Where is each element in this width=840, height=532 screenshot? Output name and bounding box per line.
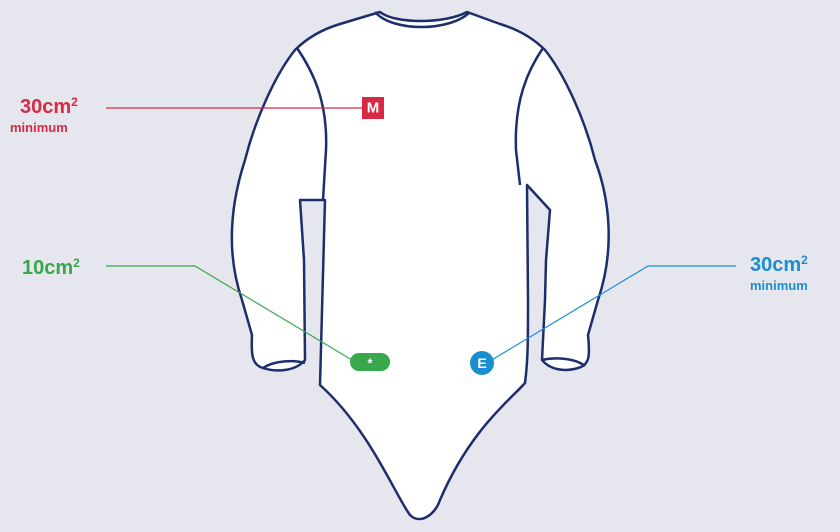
flag-size-exponent: 2 <box>73 256 80 270</box>
leotard-diagram: M * E 30cm2 minimum 10cm2 30cm2 minimum <box>0 0 840 527</box>
manufacturer-logo-size-label: 30cm2 minimum <box>10 95 78 134</box>
flag-badge: * <box>350 353 390 371</box>
event-size: 30cm <box>750 254 802 276</box>
flag-size: 10cm <box>22 257 74 279</box>
event-size-exponent: 2 <box>801 253 808 267</box>
event-logo-size-label: 30cm2 minimum <box>750 253 808 293</box>
leotard-illustration: M * E <box>106 10 736 521</box>
manufacturer-badge: M <box>362 97 384 119</box>
manufacturer-size-exponent: 2 <box>71 95 78 109</box>
manufacturer-size: 30cm <box>20 96 72 118</box>
manufacturer-badge-text: M <box>367 100 380 117</box>
event-size-note: minimum <box>750 278 808 293</box>
leotard-body <box>230 10 610 521</box>
flag-leader-line <box>106 265 353 361</box>
manufacturer-size-note: minimum <box>10 120 68 135</box>
event-badge-text: E <box>477 355 486 371</box>
flag-size-label: 10cm2 <box>22 256 80 279</box>
event-badge: E <box>470 351 494 375</box>
